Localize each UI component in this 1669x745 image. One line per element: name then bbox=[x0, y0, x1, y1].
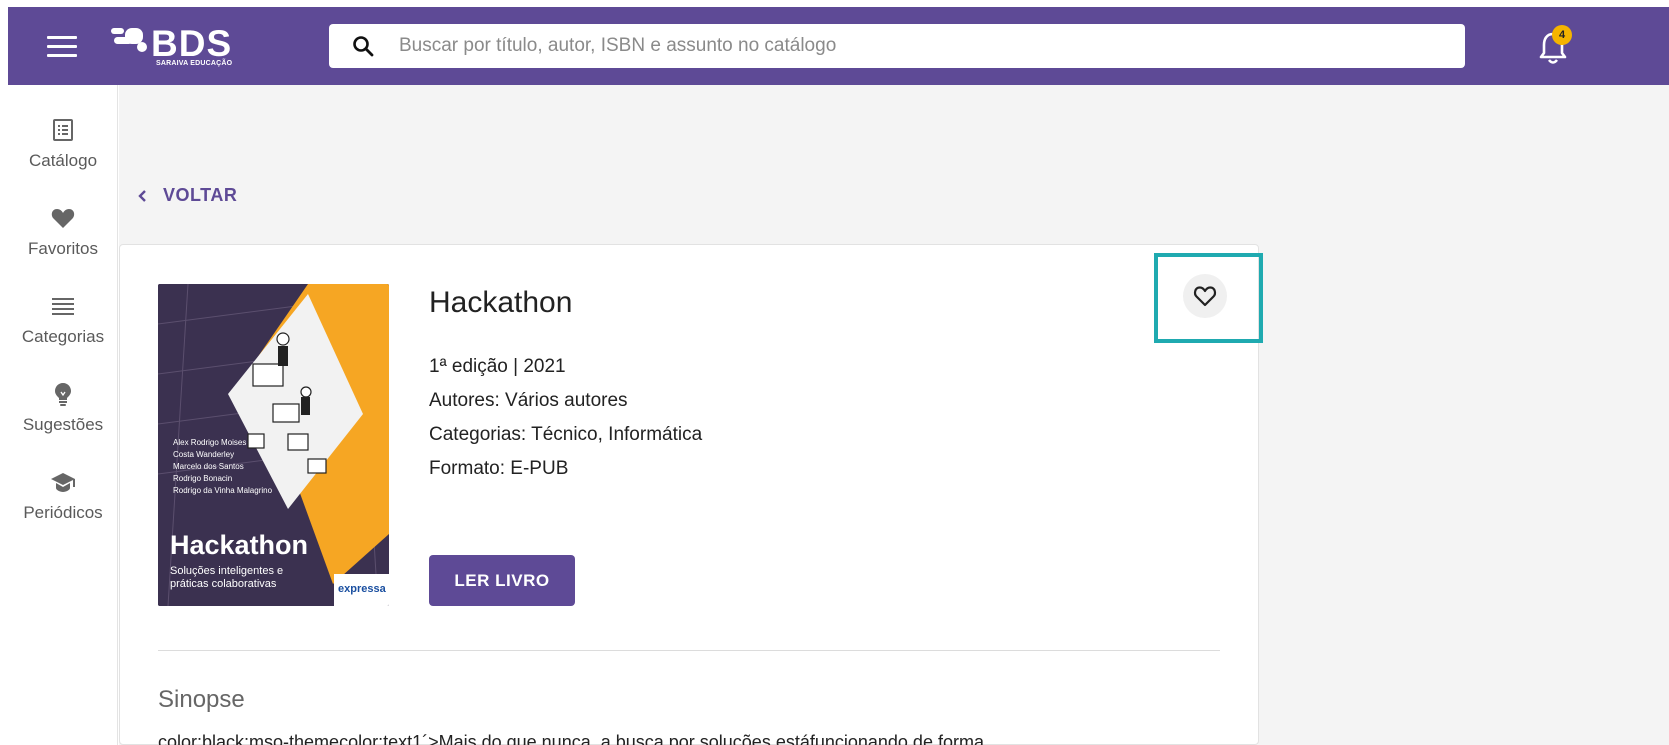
read-book-button[interactable]: LER LIVRO bbox=[429, 555, 575, 606]
lightbulb-icon bbox=[55, 383, 71, 406]
sidebar: Catálogo Favoritos Categorias Sugestões … bbox=[8, 85, 118, 745]
sidebar-item-categories[interactable]: Categorias bbox=[8, 293, 118, 347]
book-authors: Autores: Vários autores bbox=[429, 390, 628, 411]
sidebar-item-catalog[interactable]: Catálogo bbox=[8, 117, 118, 171]
logo-subtitle: SARAIVA EDUCAÇÃO bbox=[156, 60, 233, 67]
catalog-icon bbox=[53, 119, 73, 141]
sidebar-item-periodicals[interactable]: Periódicos bbox=[8, 469, 118, 523]
sidebar-item-label: Catálogo bbox=[28, 151, 98, 170]
notification-badge: 4 bbox=[1552, 25, 1572, 45]
heart-outline-icon bbox=[1193, 286, 1217, 307]
book-title: Hackathon bbox=[429, 286, 573, 319]
book-format: Formato: E-PUB bbox=[429, 458, 569, 479]
logo-wordmark: BDS bbox=[151, 23, 233, 64]
logo[interactable]: BDS SARAIVA EDUCAÇÃO bbox=[111, 23, 241, 69]
sidebar-item-label: Favoritos bbox=[28, 239, 98, 258]
synopsis-heading: Sinopse bbox=[158, 686, 245, 713]
list-icon bbox=[52, 298, 74, 315]
sidebar-item-label: Sugestões bbox=[22, 415, 104, 434]
cover-title: Hackathon bbox=[170, 530, 309, 560]
search-bar[interactable] bbox=[329, 24, 1465, 68]
book-categories: Categorias: Técnico, Informática bbox=[429, 424, 703, 445]
chevron-left-icon bbox=[138, 190, 146, 202]
cover-subtitle: Soluções inteligentes e práticas colabor… bbox=[170, 565, 284, 590]
sidebar-item-label: Categorias bbox=[21, 327, 105, 346]
publisher-logo: expressa bbox=[334, 574, 389, 606]
search-icon bbox=[353, 36, 374, 57]
cover-authors: Alex Rodrigo Moises Costa Wanderley Marc… bbox=[173, 438, 273, 495]
sidebar-item-label: Periódicos bbox=[23, 503, 103, 522]
divider bbox=[158, 650, 1220, 651]
sidebar-item-suggestions[interactable]: Sugestões bbox=[8, 381, 118, 435]
graduation-cap-icon bbox=[51, 473, 75, 492]
book-cover[interactable]: Alex Rodrigo Moises Costa Wanderley Marc… bbox=[158, 284, 389, 606]
heart-icon bbox=[51, 209, 75, 228]
bds-logo-mark bbox=[111, 28, 147, 52]
hamburger-icon[interactable] bbox=[47, 36, 77, 58]
sidebar-item-favorites[interactable]: Favoritos bbox=[8, 205, 118, 259]
book-edition: 1ª edição | 2021 bbox=[429, 356, 566, 377]
favorite-button[interactable] bbox=[1183, 274, 1227, 318]
synopsis-text: color:black;mso-themecolor:text1´>Mais d… bbox=[158, 732, 984, 745]
search-input[interactable] bbox=[399, 24, 1449, 68]
back-label: VOLTAR bbox=[163, 185, 238, 205]
